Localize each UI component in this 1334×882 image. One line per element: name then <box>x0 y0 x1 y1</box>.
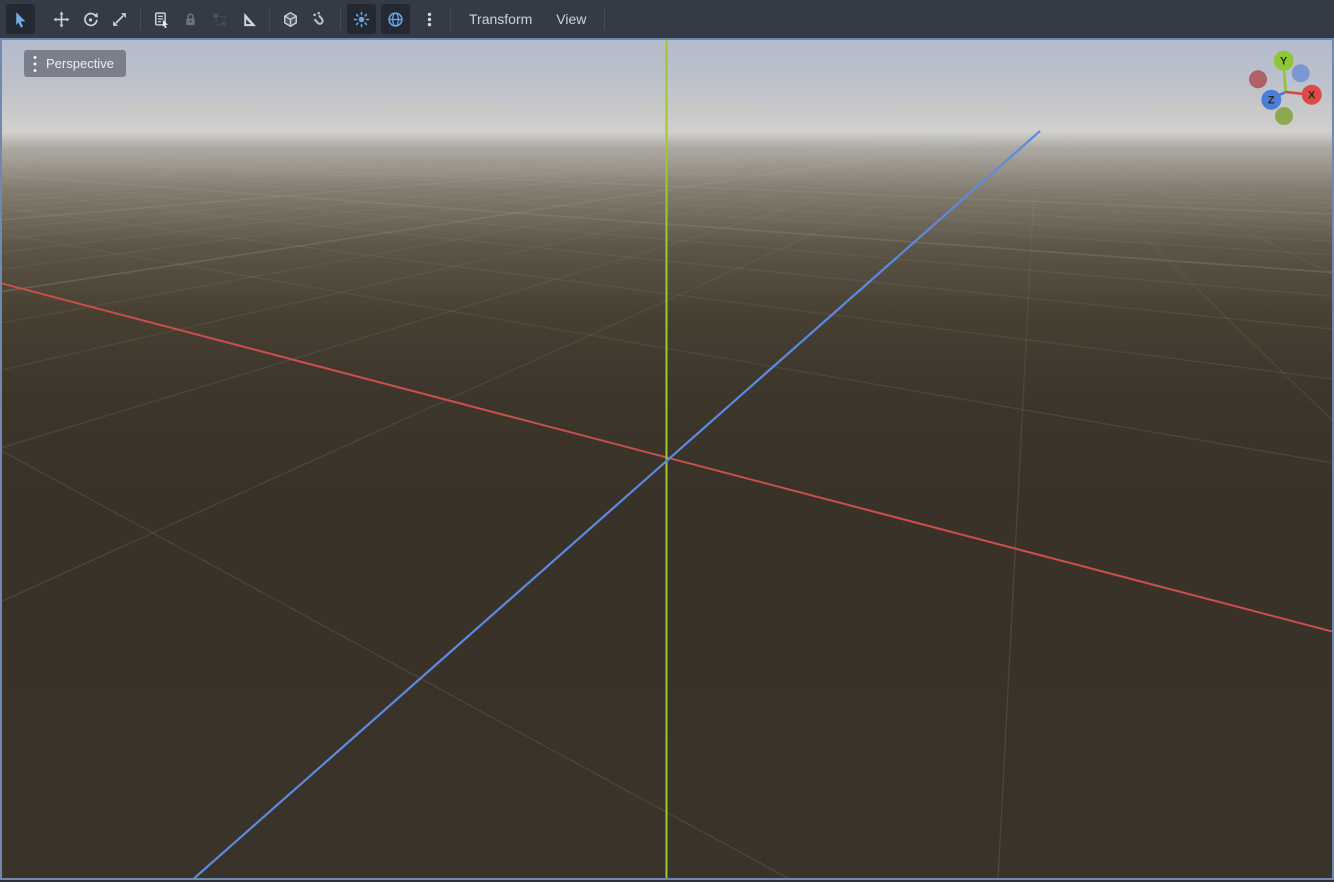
godot-3d-editor: { "toolbar": { "menus": { "transform": "… <box>0 0 1334 882</box>
group-selected-button[interactable] <box>205 4 234 34</box>
ruler-tool-button[interactable] <box>234 4 263 34</box>
lock-selected-button[interactable] <box>176 4 205 34</box>
view-menu[interactable]: View <box>544 4 598 34</box>
toolbar-separator <box>340 8 341 30</box>
select-tool-button[interactable] <box>6 4 35 34</box>
orientation-gizmo: Y X Z <box>1236 40 1332 144</box>
move-tool-button[interactable] <box>47 4 76 34</box>
environment-globe-icon <box>387 11 404 28</box>
3d-viewport[interactable]: Perspective Y X Z <box>2 40 1332 878</box>
toolbar-separator <box>140 8 141 30</box>
snap-toggle[interactable] <box>305 4 334 34</box>
gizmo-y-negative-ball[interactable] <box>1275 107 1293 125</box>
gizmo-x-label: X <box>1308 90 1316 102</box>
move-icon <box>53 11 70 28</box>
group-icon <box>211 11 228 28</box>
gizmo-z-label: Z <box>1268 95 1275 107</box>
rotate-tool-button[interactable] <box>76 4 105 34</box>
gizmo-z-negative-ball[interactable] <box>1292 64 1310 82</box>
projection-label: Perspective <box>46 56 114 71</box>
view-menu-label: View <box>556 11 586 27</box>
gizmo-x-negative-ball[interactable] <box>1249 70 1267 88</box>
transform-menu[interactable]: Transform <box>457 4 544 34</box>
viewport-focus-border: Perspective Y X Z <box>0 38 1334 880</box>
scale-icon <box>111 11 128 28</box>
selection-list-button[interactable] <box>147 4 176 34</box>
snap-magnet-icon <box>311 11 328 28</box>
toolbar-separator <box>604 8 605 30</box>
local-space-cube-icon <box>282 11 299 28</box>
toolbar-separator <box>269 8 270 30</box>
vertical-ellipsis-icon <box>421 11 438 28</box>
toolbar-separator <box>450 8 451 30</box>
gizmo-y-label: Y <box>1280 56 1288 68</box>
preview-environment-toggle[interactable] <box>381 4 410 34</box>
preview-sunlight-toggle[interactable] <box>347 4 376 34</box>
viewport-toolbar: Transform View <box>0 0 1334 38</box>
rotate-icon <box>82 11 99 28</box>
lock-icon <box>182 11 199 28</box>
ruler-icon <box>240 11 257 28</box>
extra-options-menu-button[interactable] <box>415 4 444 34</box>
selection-list-icon <box>153 11 170 28</box>
transform-menu-label: Transform <box>469 11 532 27</box>
sunlight-icon <box>353 11 370 28</box>
projection-selector-button[interactable]: Perspective <box>24 50 126 77</box>
vertical-ellipsis-icon <box>32 55 38 73</box>
select-cursor-icon <box>12 11 29 28</box>
origin-axes <box>2 40 1332 878</box>
local-space-toggle[interactable] <box>276 4 305 34</box>
scale-tool-button[interactable] <box>105 4 134 34</box>
